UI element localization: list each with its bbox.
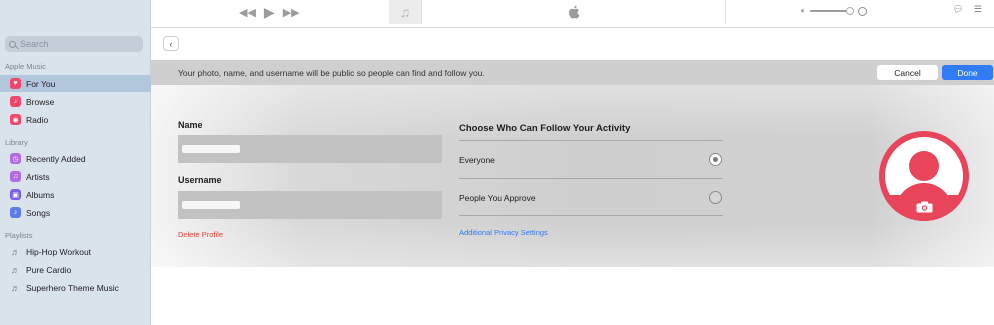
chevron-left-icon: ‹	[169, 38, 173, 49]
volume-control[interactable]: 🔈︎	[801, 6, 867, 16]
back-button[interactable]: ‹	[163, 36, 179, 51]
redacted-username-value	[182, 201, 240, 209]
music-note-icon: ♪	[10, 207, 21, 218]
avatar-head	[909, 151, 939, 181]
sidebar-item-label: Pure Cardio	[26, 264, 72, 275]
now-playing-display	[421, 0, 726, 24]
sidebar-item-superhero-theme-music[interactable]: ♬ Superhero Theme Music	[5, 279, 151, 296]
up-next-list-icon[interactable]: ☰	[974, 4, 982, 15]
search-input[interactable]: Search	[5, 36, 143, 52]
divider	[459, 178, 723, 179]
sidebar-item-albums[interactable]: ▣ Albums	[5, 186, 151, 203]
panel-shading	[151, 85, 994, 267]
radio-everyone[interactable]	[709, 153, 722, 166]
sidebar-item-songs[interactable]: ♪ Songs	[5, 204, 151, 221]
sidebar-item-label: Superhero Theme Music	[26, 282, 119, 293]
option-everyone-label[interactable]: Everyone	[459, 155, 495, 165]
volume-slider[interactable]	[809, 7, 854, 15]
lyrics-icon[interactable]: 💬︎	[952, 4, 963, 15]
sidebar-item-label: Songs	[26, 207, 51, 218]
toolbar-right-icons: 💬︎ ☰	[952, 4, 982, 15]
volume-knob[interactable]	[845, 7, 854, 15]
name-field[interactable]	[178, 135, 442, 163]
cancel-button[interactable]: Cancel	[877, 65, 938, 80]
rewind-icon[interactable]: ◀◀	[239, 6, 256, 19]
sidebar-item-label: Radio	[26, 114, 49, 125]
divider	[459, 140, 723, 141]
done-button[interactable]: Done	[942, 65, 993, 80]
camera-icon[interactable]	[916, 201, 933, 213]
toolbar: ◀◀ ▶ ▶▶ ♫ 🔈︎ 💬︎ ☰	[151, 0, 994, 28]
section-header-playlists: Playlists	[5, 231, 33, 240]
sidebar-item-for-you[interactable]: ♥ For You	[0, 75, 151, 92]
follow-activity-heading: Choose Who Can Follow Your Activity	[459, 123, 631, 134]
radio-icon: ◉	[10, 114, 21, 125]
clock-icon: ◷	[10, 153, 21, 164]
sidebar-item-label: Recently Added	[26, 153, 86, 164]
section-header-library: Library	[5, 138, 28, 147]
username-label: Username	[178, 175, 222, 185]
apple-logo-icon	[568, 5, 579, 19]
transport-controls: ◀◀ ▶ ▶▶	[239, 4, 300, 21]
sidebar-item-recently-added[interactable]: ◷ Recently Added	[5, 150, 151, 167]
album-icon: ▣	[10, 189, 21, 200]
public-profile-notice: Your photo, name, and username will be p…	[151, 60, 994, 85]
playlist-icon: ♬	[11, 264, 20, 275]
sidebar-item-artists[interactable]: ♫ Artists	[5, 168, 151, 185]
playlist-icon: ♬	[11, 246, 20, 257]
speaker-icon: 🔈︎	[801, 6, 806, 15]
additional-privacy-settings-link[interactable]: Additional Privacy Settings	[459, 228, 548, 237]
airplay-icon[interactable]	[857, 6, 867, 16]
sidebar-item-label: Hip-Hop Workout	[26, 246, 92, 257]
name-label: Name	[178, 120, 203, 130]
play-icon[interactable]: ▶	[264, 4, 275, 21]
sidebar-item-pure-cardio[interactable]: ♬ Pure Cardio	[5, 261, 151, 278]
sidebar-item-label: Albums	[26, 189, 55, 200]
music-note-icon: ♫	[399, 4, 411, 20]
sidebar-item-label: Artists	[26, 171, 50, 182]
fast-forward-icon[interactable]: ▶▶	[283, 6, 300, 19]
delete-profile-link[interactable]: Delete Profile	[178, 230, 223, 239]
radio-people-you-approve[interactable]	[709, 191, 722, 204]
sidebar: Search Apple Music ♥ For You ♪ Browse ◉ …	[0, 0, 151, 325]
username-field[interactable]	[178, 191, 442, 219]
playlist-icon: ♬	[11, 282, 20, 293]
section-header-apple-music: Apple Music	[5, 62, 46, 71]
artwork-thumbnail[interactable]: ♫	[389, 0, 421, 24]
sidebar-item-label: For You	[26, 78, 56, 89]
sidebar-item-hip-hop-workout[interactable]: ♬ Hip-Hop Workout	[5, 243, 151, 260]
microphone-icon: ♫	[10, 171, 21, 182]
music-note-icon: ♪	[10, 96, 21, 107]
sidebar-item-radio[interactable]: ◉ Radio	[5, 111, 151, 128]
heart-icon: ♥	[10, 78, 21, 89]
sidebar-item-label: Browse	[26, 96, 55, 107]
redacted-name-value	[182, 145, 240, 153]
option-people-you-approve-label[interactable]: People You Approve	[459, 193, 536, 203]
profile-photo-avatar[interactable]	[879, 131, 969, 221]
search-placeholder: Search	[20, 39, 49, 49]
notice-text: Your photo, name, and username will be p…	[178, 67, 485, 78]
sidebar-item-browse[interactable]: ♪ Browse	[5, 93, 151, 110]
search-icon	[9, 40, 16, 48]
divider	[459, 215, 723, 216]
